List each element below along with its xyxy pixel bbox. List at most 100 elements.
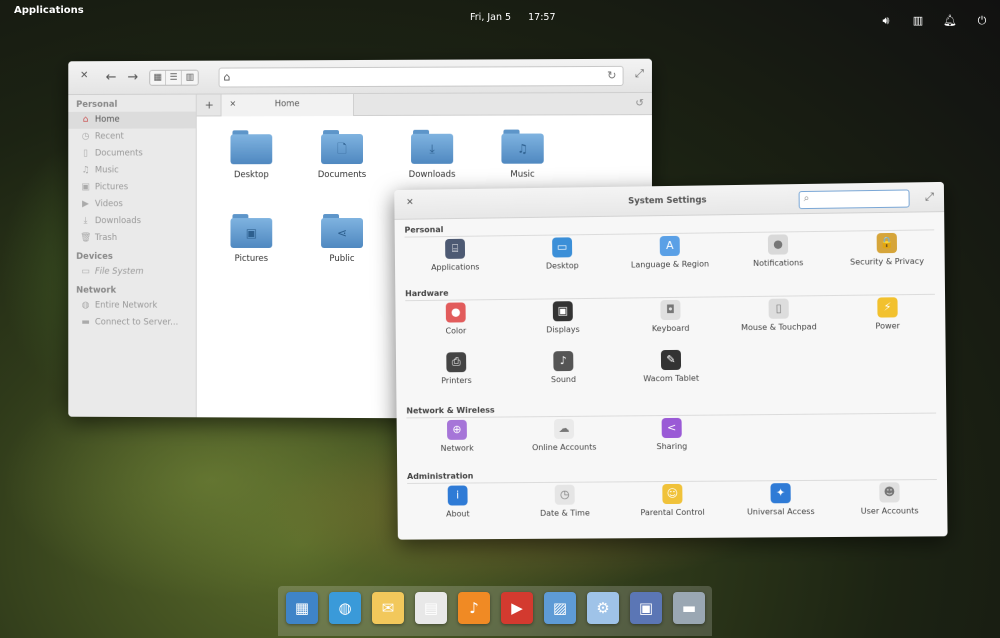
music-icon[interactable]: ♪ xyxy=(458,592,490,624)
settings-item-language-region[interactable]: A Language & Region xyxy=(615,235,725,269)
column-view-icon[interactable]: ▥ xyxy=(181,70,198,85)
folder-music[interactable]: ♫ Music xyxy=(482,129,563,180)
new-tab-icon[interactable]: + xyxy=(205,99,214,112)
settings-item-notifications[interactable]: ● Notifications xyxy=(723,234,834,269)
settings-item-about[interactable]: i About xyxy=(403,485,512,519)
keyboard-icon: ◘ xyxy=(660,299,681,321)
settings-item-label: User Accounts xyxy=(860,506,919,516)
pictures-icon: ▣ xyxy=(81,182,90,193)
settings-item-sharing[interactable]: < Sharing xyxy=(617,417,727,451)
folder-pictures[interactable]: ▣ Pictures xyxy=(212,214,292,264)
sidebar-item-label: Trash xyxy=(94,233,118,243)
trash-icon: 🗑︎ xyxy=(80,233,92,243)
files-sidebar: Personal ⌂ Home ◷ Recent ▯ Documents ♫ Music ▣ Pic… xyxy=(68,94,197,418)
notifications-icon[interactable]: 🔔︎ xyxy=(942,14,958,28)
settings-item-sound[interactable]: ♪ Sound xyxy=(509,351,619,385)
folder-desktop[interactable]: Desktop xyxy=(212,130,292,180)
settings-section-heading: Administration xyxy=(407,467,937,484)
settings-item-desktop[interactable]: ▭ Desktop xyxy=(507,237,617,271)
clock-time: 17:57 xyxy=(528,12,556,23)
applications-icon: ⌸ xyxy=(445,238,466,259)
settings-item-displays[interactable]: ▣ Displays xyxy=(508,301,618,335)
clock-icon: ◷ xyxy=(554,484,575,505)
sidebar-item-label: Videos xyxy=(94,199,123,210)
multitasking-icon[interactable]: ▦ xyxy=(286,592,318,624)
folder-label: Desktop xyxy=(233,170,269,181)
settings-item-applications[interactable]: ⌸ Applications xyxy=(401,238,510,272)
store-icon[interactable]: ▣ xyxy=(630,592,662,624)
tab-bar: + ✕ Home ↺ xyxy=(196,92,652,117)
sidebar-item-recent[interactable]: ◷ Recent xyxy=(68,128,195,145)
settings-item-user-accounts[interactable]: ☻ User Accounts xyxy=(834,482,945,516)
folder-documents[interactable]: 🗋 Documents xyxy=(302,130,382,180)
network-icon: ⊕ xyxy=(446,419,467,440)
applications-menu-button[interactable]: Applications xyxy=(14,5,84,16)
settings-item-printers[interactable]: ⎙ Printers xyxy=(402,352,511,386)
sidebar-item-home[interactable]: ⌂ Home xyxy=(68,111,196,129)
folder-body: ⤓ xyxy=(411,133,454,164)
files-icon[interactable]: ▬ xyxy=(673,592,705,624)
tab-home[interactable]: ✕ Home xyxy=(220,94,355,117)
videos-icon: ▶ xyxy=(82,199,89,210)
settings-item-parental-control[interactable]: ☺ Parental Control xyxy=(617,483,727,518)
calendar-icon[interactable]: ▤ xyxy=(415,592,447,624)
mouse-icon: ▯ xyxy=(768,298,789,319)
settings-icon[interactable]: ⚙ xyxy=(587,592,619,624)
settings-item-online-accounts[interactable]: ☁ Online Accounts xyxy=(509,418,619,452)
sidebar-item-label: Music xyxy=(94,165,119,176)
mail-icon[interactable]: ✉ xyxy=(372,592,404,624)
settings-item-keyboard[interactable]: ◘ Keyboard xyxy=(615,299,725,333)
folder-label: Music xyxy=(510,169,535,180)
sidebar-item-connect-to-server[interactable]: ▬ Connect to Server... xyxy=(68,314,195,331)
folder-downloads[interactable]: ⤓ Downloads xyxy=(392,129,472,180)
sidebar-item-music[interactable]: ♫ Music xyxy=(68,162,195,179)
sidebar-item-entire-network[interactable]: ◍ Entire Network xyxy=(68,298,195,315)
power-icon[interactable]: ⏻ xyxy=(974,14,990,28)
settings-item-wacom-tablet[interactable]: ✎ Wacom Tablet xyxy=(616,349,726,383)
displays-icon: ▣ xyxy=(552,301,573,322)
folder-public[interactable]: ⋖ Public xyxy=(302,214,382,264)
settings-item-mouse-touchpad[interactable]: ▯ Mouse & Touchpad xyxy=(723,298,834,332)
clock[interactable]: Fri, Jan 5 17:57 xyxy=(470,12,570,23)
sidebar-item-videos[interactable]: ▶ Videos xyxy=(68,196,195,213)
folder-body: ♫ xyxy=(501,133,544,164)
parental-icon: ☺ xyxy=(662,483,683,505)
grid-view-icon[interactable]: ▦ xyxy=(150,70,167,85)
reload-icon[interactable]: ↻ xyxy=(607,69,616,82)
list-view-icon[interactable]: ☰ xyxy=(166,70,182,85)
maximize-icon[interactable]: ⤢ xyxy=(925,190,934,204)
videos-icon[interactable]: ▶ xyxy=(501,592,533,624)
sidebar-heading: Personal xyxy=(76,99,118,110)
settings-item-label: Network xyxy=(440,443,474,453)
search-field[interactable]: ⌕ xyxy=(798,189,910,210)
history-icon[interactable]: ↺ xyxy=(635,98,644,109)
sidebar-item-downloads[interactable]: ⤓ Downloads xyxy=(68,213,195,230)
sidebar-item-pictures[interactable]: ▣ Pictures xyxy=(68,179,195,196)
photos-icon[interactable]: ▨ xyxy=(544,592,576,624)
settings-item-power[interactable]: ⚡ Power xyxy=(832,297,943,331)
back-arrow-icon[interactable]: ← xyxy=(106,70,117,85)
volume-icon[interactable]: 🔊︎ xyxy=(878,14,894,28)
settings-item-date-time[interactable]: ◷ Date & Time xyxy=(510,484,620,518)
home-icon[interactable]: ⌂ xyxy=(224,71,231,84)
forward-arrow-icon[interactable]: → xyxy=(127,70,138,85)
sidebar-item-documents[interactable]: ▯ Documents xyxy=(68,145,195,162)
settings-item-color[interactable]: ● Color xyxy=(401,302,510,336)
cloud-icon: ☁ xyxy=(553,418,575,439)
settings-item-universal-access[interactable]: ✦ Universal Access xyxy=(725,483,836,517)
server-icon: ▬ xyxy=(81,317,90,328)
view-switcher: ▦ ☰ ▥ xyxy=(149,69,199,86)
sidebar-item-trash[interactable]: 🗑︎ Trash xyxy=(68,230,195,247)
sidebar-item-file-system[interactable]: ▭ File System xyxy=(68,264,195,281)
network-icon[interactable]: ▥ xyxy=(910,14,926,28)
home-icon: ⌂ xyxy=(82,114,89,125)
browser-icon[interactable]: ◍ xyxy=(329,592,361,624)
settings-item-network[interactable]: ⊕ Network xyxy=(403,419,512,453)
settings-item-security-privacy[interactable]: 🔒 Security & Privacy xyxy=(831,232,942,267)
settings-item-label: Language & Region xyxy=(630,259,710,270)
close-icon[interactable]: ✕ xyxy=(80,70,88,81)
folder-body xyxy=(230,134,273,165)
search-input[interactable] xyxy=(815,191,907,207)
path-bar[interactable]: ⌂ ↻ xyxy=(218,65,624,88)
maximize-icon[interactable]: ⤢ xyxy=(635,67,644,81)
